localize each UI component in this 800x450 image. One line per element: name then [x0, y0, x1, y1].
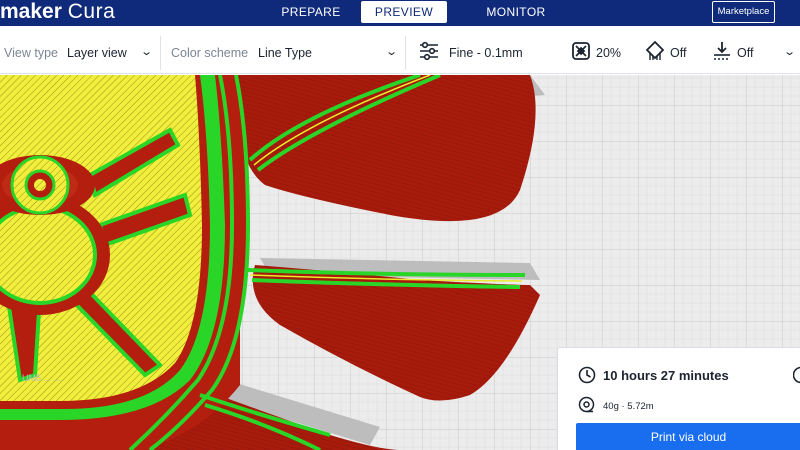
- tab-monitor[interactable]: MONITOR: [473, 1, 559, 23]
- app-logo: maker Cura: [0, 0, 115, 26]
- sliders-icon: [420, 41, 438, 61]
- marketplace-button[interactable]: Marketplace: [712, 1, 775, 23]
- print-info-panel: 10 hours 27 minutes 40g · 5.72m Print vi…: [557, 347, 800, 450]
- support-icon: [645, 40, 665, 60]
- divider: [160, 36, 161, 70]
- infill-value: 20%: [596, 46, 622, 60]
- info-icon[interactable]: [793, 366, 800, 384]
- profile-value: Fine - 0.1mm: [449, 46, 523, 60]
- stage-tabs: PREPARE PREVIEW MONITOR: [268, 0, 565, 26]
- object-name-ghost: UM5 ... ...: [22, 373, 62, 383]
- chevron-down-icon: ⌄: [783, 46, 797, 58]
- support-value: Off: [670, 46, 687, 60]
- chevron-down-icon: ⌄: [385, 46, 399, 58]
- view-type-value: Layer view: [67, 46, 127, 60]
- adhesion-value: Off: [737, 46, 754, 60]
- infill-icon: [572, 42, 590, 60]
- view-toolbar: View type Layer view ⌄ Color scheme Line…: [0, 26, 800, 74]
- print-via-cloud-button[interactable]: Print via cloud: [576, 423, 800, 450]
- tab-prepare[interactable]: PREPARE: [268, 1, 354, 23]
- app-header: maker Cura PREPARE PREVIEW MONITOR Marke…: [0, 0, 800, 26]
- print-time: 10 hours 27 minutes: [603, 368, 729, 383]
- material-usage: 40g · 5.72m: [603, 401, 654, 412]
- clock-icon: [578, 366, 596, 384]
- color-scheme-value: Line Type: [258, 46, 312, 60]
- brand-bold: maker: [0, 0, 62, 23]
- tab-preview[interactable]: PREVIEW: [361, 1, 447, 23]
- adhesion-icon: [714, 42, 730, 60]
- divider: [405, 36, 406, 70]
- color-scheme-label: Color scheme: [171, 46, 249, 60]
- brand-light: Cura: [67, 0, 116, 23]
- view-type-label: View type: [4, 46, 58, 60]
- chevron-down-icon: ⌄: [140, 46, 154, 58]
- spool-icon: [578, 396, 595, 413]
